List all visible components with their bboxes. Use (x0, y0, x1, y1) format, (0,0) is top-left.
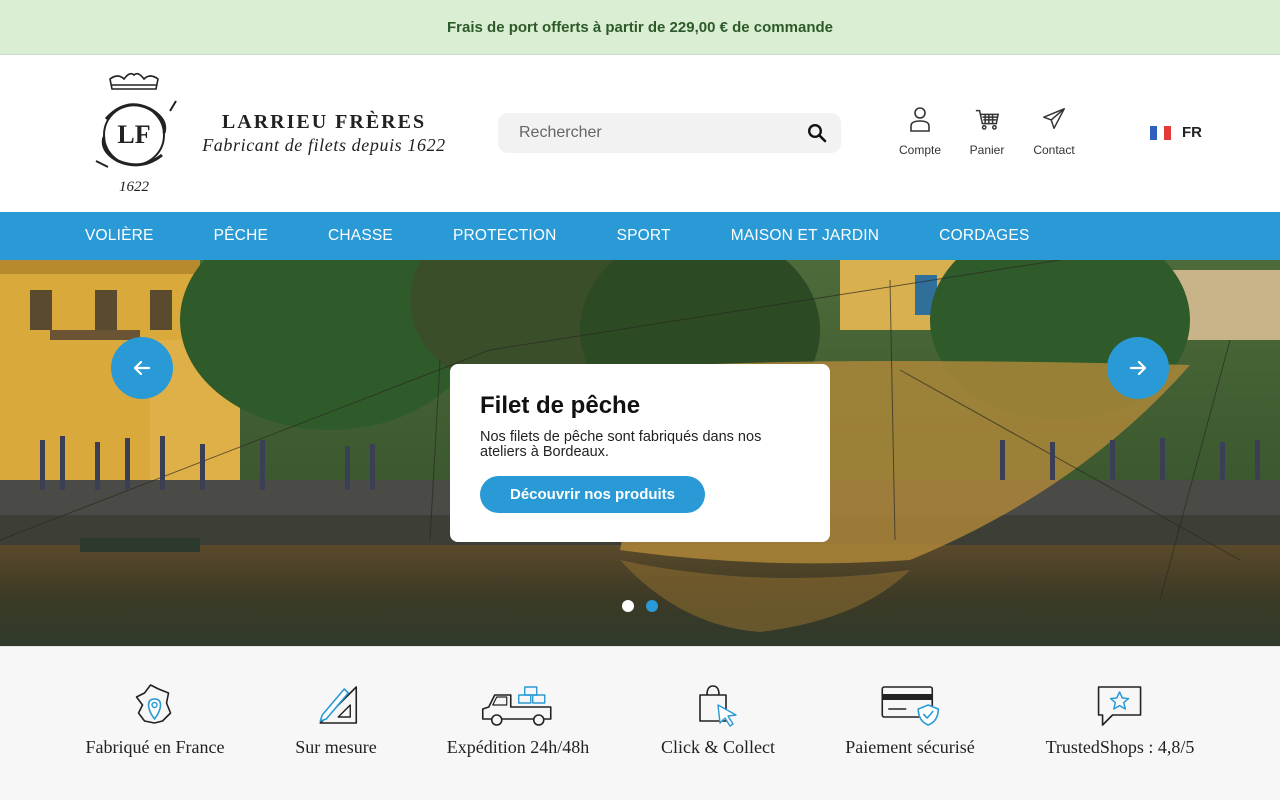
feature-label: Click & Collect (661, 737, 775, 757)
hero-carousel: Filet de pêche Nos filets de pêche sont … (0, 260, 1280, 646)
france-map-pin-icon (136, 684, 172, 724)
site-header: LF 1622 LARRIEU FRÈRES Fabricant de file… (0, 55, 1280, 212)
feature-shipping: Expédition 24h/48h (446, 683, 590, 758)
hero-text: Nos filets de pêche sont fabriqués dans … (480, 429, 762, 460)
delivery-truck-icon (482, 686, 552, 726)
contact-link[interactable]: Contact (1029, 105, 1079, 157)
hero-card: Filet de pêche Nos filets de pêche sont … (450, 364, 830, 542)
arrow-right-icon (1129, 360, 1147, 376)
france-flag-icon (1150, 125, 1171, 140)
pencil-ruler-icon (319, 686, 357, 724)
carousel-dots (622, 600, 670, 612)
nav-voliere[interactable]: VOLIÈRE (85, 227, 154, 245)
features-bar: Fabriqué en France Sur mesure Expédition… (0, 646, 1280, 800)
arrow-left-icon (133, 360, 151, 376)
hero-title: Filet de pêche (480, 392, 641, 419)
search-icon[interactable] (807, 123, 827, 143)
feature-click-collect: Click & Collect (661, 683, 775, 758)
contact-label: Contact (1033, 143, 1075, 157)
feature-custom-made: Sur mesure (295, 683, 377, 758)
account-label: Compte (898, 143, 942, 157)
nav-maison-et-jardin[interactable]: MAISON ET JARDIN (731, 227, 879, 245)
credit-card-shield-icon (881, 686, 939, 726)
feature-secure-payment: Paiement sécurisé (845, 683, 975, 758)
carousel-dot-1[interactable] (622, 600, 634, 612)
star-speech-bubble-icon (1098, 686, 1142, 726)
logo-initials: LF (117, 120, 150, 149)
announcement-text: Frais de port offerts à partir de 229,00… (447, 18, 833, 36)
carousel-prev-button[interactable] (111, 337, 173, 399)
feature-label: Expédition 24h/48h (446, 737, 590, 757)
cart-icon (975, 109, 1000, 130)
feature-label: Paiement sécurisé (845, 737, 975, 757)
feature-label: TrustedShops : 4,8/5 (1045, 737, 1195, 757)
language-code: FR (1182, 124, 1202, 141)
main-nav: VOLIÈRE PÊCHE CHASSE PROTECTION SPORT MA… (0, 212, 1280, 260)
cart-link[interactable]: Panier (964, 105, 1010, 157)
announcement-bar: Frais de port offerts à partir de 229,00… (0, 0, 1280, 55)
crown-icon (109, 72, 159, 90)
nav-chasse[interactable]: CHASSE (328, 227, 393, 245)
search-bar (498, 113, 841, 153)
shopping-bag-cursor-icon (699, 685, 737, 727)
brand-tagline: Fabricant de filets depuis 1622 (202, 135, 446, 155)
nav-sport[interactable]: SPORT (617, 227, 671, 245)
carousel-dot-2[interactable] (646, 600, 658, 612)
brand-block[interactable]: LARRIEU FRÈRES Fabricant de filets depui… (196, 111, 452, 156)
logo-year: 1622 (119, 179, 150, 195)
feature-label: Fabriqué en France (85, 737, 225, 757)
brand-logo[interactable]: LF 1622 (86, 71, 182, 195)
cart-label: Panier (969, 143, 1005, 157)
nav-protection[interactable]: PROTECTION (453, 227, 557, 245)
brand-name: LARRIEU FRÈRES (221, 111, 427, 133)
search-input[interactable] (519, 124, 789, 142)
language-selector[interactable]: FR (1150, 124, 1202, 141)
user-icon (910, 107, 930, 132)
discover-products-button[interactable]: Découvrir nos produits (480, 476, 706, 513)
feature-trustedshops: TrustedShops : 4,8/5 (1045, 683, 1195, 758)
feature-label: Sur mesure (295, 737, 377, 757)
paper-plane-icon (1043, 108, 1065, 130)
nav-cordages[interactable]: CORDAGES (939, 227, 1029, 245)
feature-made-in-france: Fabriqué en France (85, 683, 225, 758)
carousel-next-button[interactable] (1107, 337, 1169, 399)
nav-peche[interactable]: PÊCHE (214, 227, 268, 245)
account-link[interactable]: Compte (895, 105, 945, 157)
